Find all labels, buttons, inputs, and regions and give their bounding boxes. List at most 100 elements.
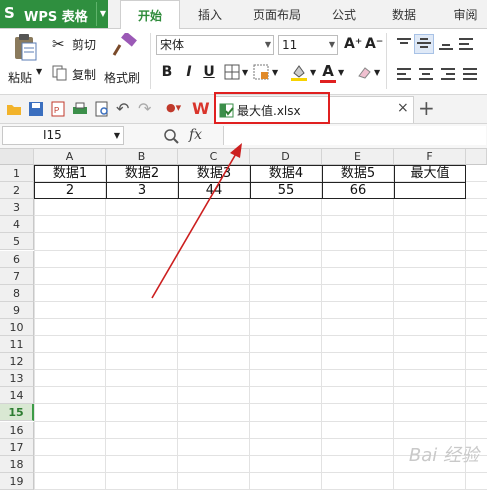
row-header-8[interactable]: 8 bbox=[0, 284, 34, 302]
tab-insert[interactable]: 插入 bbox=[186, 0, 234, 28]
print-icon[interactable] bbox=[72, 101, 88, 117]
row-header-3[interactable]: 3 bbox=[0, 199, 34, 217]
column-header-d[interactable]: D bbox=[250, 149, 322, 165]
clear-format-icon[interactable] bbox=[356, 64, 372, 80]
row-header-6[interactable]: 6 bbox=[0, 250, 34, 268]
chevron-down-icon[interactable]: ▼ bbox=[310, 68, 316, 77]
row-header-1[interactable]: 1 bbox=[0, 165, 34, 183]
row-header-14[interactable]: 14 bbox=[0, 387, 34, 405]
align-left-icon[interactable] bbox=[396, 67, 412, 81]
save-icon[interactable] bbox=[28, 101, 44, 117]
chevron-down-icon[interactable]: ▼ bbox=[272, 68, 278, 77]
font-size-select[interactable]: 11 ▼ bbox=[278, 35, 338, 55]
chevron-down-icon[interactable]: ▼ bbox=[242, 68, 248, 77]
italic-button[interactable]: I bbox=[180, 63, 198, 81]
gridline bbox=[34, 317, 487, 319]
font-name-select[interactable]: 宋体 ▼ bbox=[156, 35, 274, 55]
tab-review[interactable]: 审阅 bbox=[444, 0, 487, 28]
row-header-5[interactable]: 5 bbox=[0, 233, 34, 251]
customize-toolbar-icon[interactable]: ●▾ bbox=[166, 101, 181, 114]
row-header-13[interactable]: 13 bbox=[0, 370, 34, 388]
tab-data[interactable]: 数据 bbox=[380, 0, 428, 28]
row-header-11[interactable]: 11 bbox=[0, 336, 34, 354]
align-right-icon[interactable] bbox=[440, 67, 456, 81]
chevron-down-icon[interactable]: ▼ bbox=[374, 68, 380, 77]
chevron-down-icon[interactable]: ▼ bbox=[96, 2, 109, 26]
header-cell[interactable]: 数据4 bbox=[250, 165, 322, 182]
column-header-f[interactable]: F bbox=[394, 149, 466, 165]
column-header-c[interactable]: C bbox=[178, 149, 250, 165]
fill-color-icon[interactable] bbox=[290, 63, 308, 81]
column-header-a[interactable]: A bbox=[34, 149, 106, 165]
header-cell[interactable]: 数据3 bbox=[178, 165, 250, 182]
row-header-12[interactable]: 12 bbox=[0, 353, 34, 371]
redo-icon[interactable]: ↷ bbox=[138, 99, 151, 118]
chevron-down-icon[interactable]: ▼ bbox=[338, 68, 344, 77]
clipboard-icon bbox=[15, 34, 37, 61]
app-menu-button[interactable]: S WPS 表格 ▼ bbox=[0, 0, 108, 28]
new-tab-button[interactable]: + bbox=[418, 96, 435, 120]
wrap-text-icon[interactable] bbox=[458, 37, 474, 51]
gridline bbox=[34, 437, 487, 439]
font-color-button[interactable]: A bbox=[320, 62, 336, 80]
row-header-10[interactable]: 10 bbox=[0, 318, 34, 336]
borders-icon[interactable] bbox=[224, 64, 240, 80]
justify-icon[interactable] bbox=[462, 67, 478, 81]
formula-input[interactable] bbox=[223, 126, 486, 145]
print-preview-icon[interactable] bbox=[94, 101, 110, 117]
value-cell[interactable] bbox=[394, 182, 466, 199]
format-painter-button[interactable]: 格式刷 bbox=[104, 33, 144, 89]
value-cell[interactable]: 44 bbox=[178, 182, 250, 199]
tab-page-layout[interactable]: 页面布局 bbox=[242, 0, 312, 28]
row-header-4[interactable]: 4 bbox=[0, 216, 34, 234]
app-name: WPS 表格 bbox=[24, 10, 88, 25]
close-icon[interactable]: × bbox=[397, 100, 409, 116]
cell-style-icon[interactable] bbox=[253, 64, 269, 80]
row-header-17[interactable]: 17 bbox=[0, 438, 34, 456]
row-header-15[interactable]: 15 bbox=[0, 404, 34, 422]
value-cell[interactable]: 55 bbox=[250, 182, 322, 199]
header-cell[interactable]: 最大值 bbox=[394, 165, 466, 182]
row-header-9[interactable]: 9 bbox=[0, 301, 34, 319]
value-cell[interactable]: 3 bbox=[106, 182, 178, 199]
align-bottom-icon[interactable] bbox=[438, 37, 454, 51]
divider bbox=[386, 33, 387, 89]
underline-button[interactable]: U bbox=[200, 63, 218, 81]
column-header-g[interactable] bbox=[466, 149, 487, 165]
row-header-7[interactable]: 7 bbox=[0, 267, 34, 285]
select-all-corner[interactable] bbox=[0, 149, 34, 165]
grow-font-button[interactable]: A⁺ bbox=[344, 36, 362, 52]
zoom-search-icon[interactable] bbox=[163, 128, 179, 144]
shrink-font-button[interactable]: A⁻ bbox=[365, 36, 383, 52]
wps-logo-icon: S bbox=[4, 4, 15, 22]
header-cell[interactable]: 数据5 bbox=[322, 165, 394, 182]
row-header-16[interactable]: 16 bbox=[0, 421, 34, 439]
open-folder-icon[interactable] bbox=[6, 101, 22, 117]
row-header-18[interactable]: 18 bbox=[0, 455, 34, 473]
row-header-19[interactable]: 19 bbox=[0, 472, 34, 490]
gridline bbox=[34, 335, 487, 336]
column-header-b[interactable]: B bbox=[106, 149, 178, 165]
chevron-down-icon[interactable]: ▼ bbox=[36, 67, 42, 76]
value-cell[interactable]: 2 bbox=[34, 182, 106, 199]
tab-formulas[interactable]: 公式 bbox=[320, 0, 368, 28]
align-top-icon[interactable] bbox=[396, 37, 412, 51]
formula-bar: I15 ▼ fx bbox=[0, 124, 487, 149]
row-header-2[interactable]: 2 bbox=[0, 182, 34, 200]
header-cell[interactable]: 数据2 bbox=[106, 165, 178, 182]
paste-button[interactable]: 粘贴 bbox=[8, 33, 42, 89]
bold-button[interactable]: B bbox=[158, 63, 176, 81]
undo-icon[interactable]: ↶ bbox=[116, 99, 129, 118]
wps-home-icon[interactable]: W bbox=[192, 99, 210, 118]
align-middle-button[interactable] bbox=[414, 34, 434, 54]
value-cell[interactable]: 66 bbox=[322, 182, 394, 199]
tab-home[interactable]: 开始 bbox=[120, 0, 180, 30]
insert-function-button[interactable]: fx bbox=[189, 127, 202, 143]
export-pdf-icon[interactable]: P bbox=[50, 101, 66, 117]
header-cell[interactable]: 数据1 bbox=[34, 165, 106, 182]
gridline bbox=[34, 283, 487, 285]
align-center-icon[interactable] bbox=[418, 67, 434, 81]
column-header-e[interactable]: E bbox=[322, 149, 394, 165]
copy-icon bbox=[52, 65, 67, 81]
name-box[interactable]: I15 ▼ bbox=[2, 126, 124, 145]
